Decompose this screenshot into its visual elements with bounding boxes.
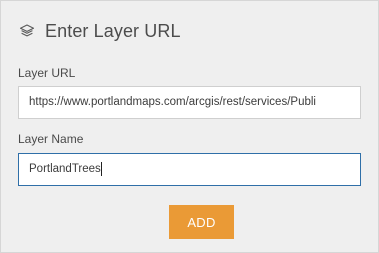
text-caret <box>100 161 102 176</box>
panel-title: Enter Layer URL <box>45 20 181 41</box>
layer-url-value: https://www.portlandmaps.com/arcgis/rest… <box>29 96 316 108</box>
layer-name-value: PortlandTrees <box>29 163 101 175</box>
layer-name-input[interactable]: PortlandTrees <box>18 153 361 186</box>
add-button[interactable]: ADD <box>169 205 234 239</box>
enter-layer-url-panel: Enter Layer URL Layer URL https://www.po… <box>0 0 379 253</box>
layers-icon <box>18 22 36 40</box>
panel-header: Enter Layer URL <box>18 20 181 42</box>
layer-url-label: Layer URL <box>18 66 76 80</box>
layer-name-label: Layer Name <box>18 132 84 146</box>
layer-url-input[interactable]: https://www.portlandmaps.com/arcgis/rest… <box>18 86 361 119</box>
